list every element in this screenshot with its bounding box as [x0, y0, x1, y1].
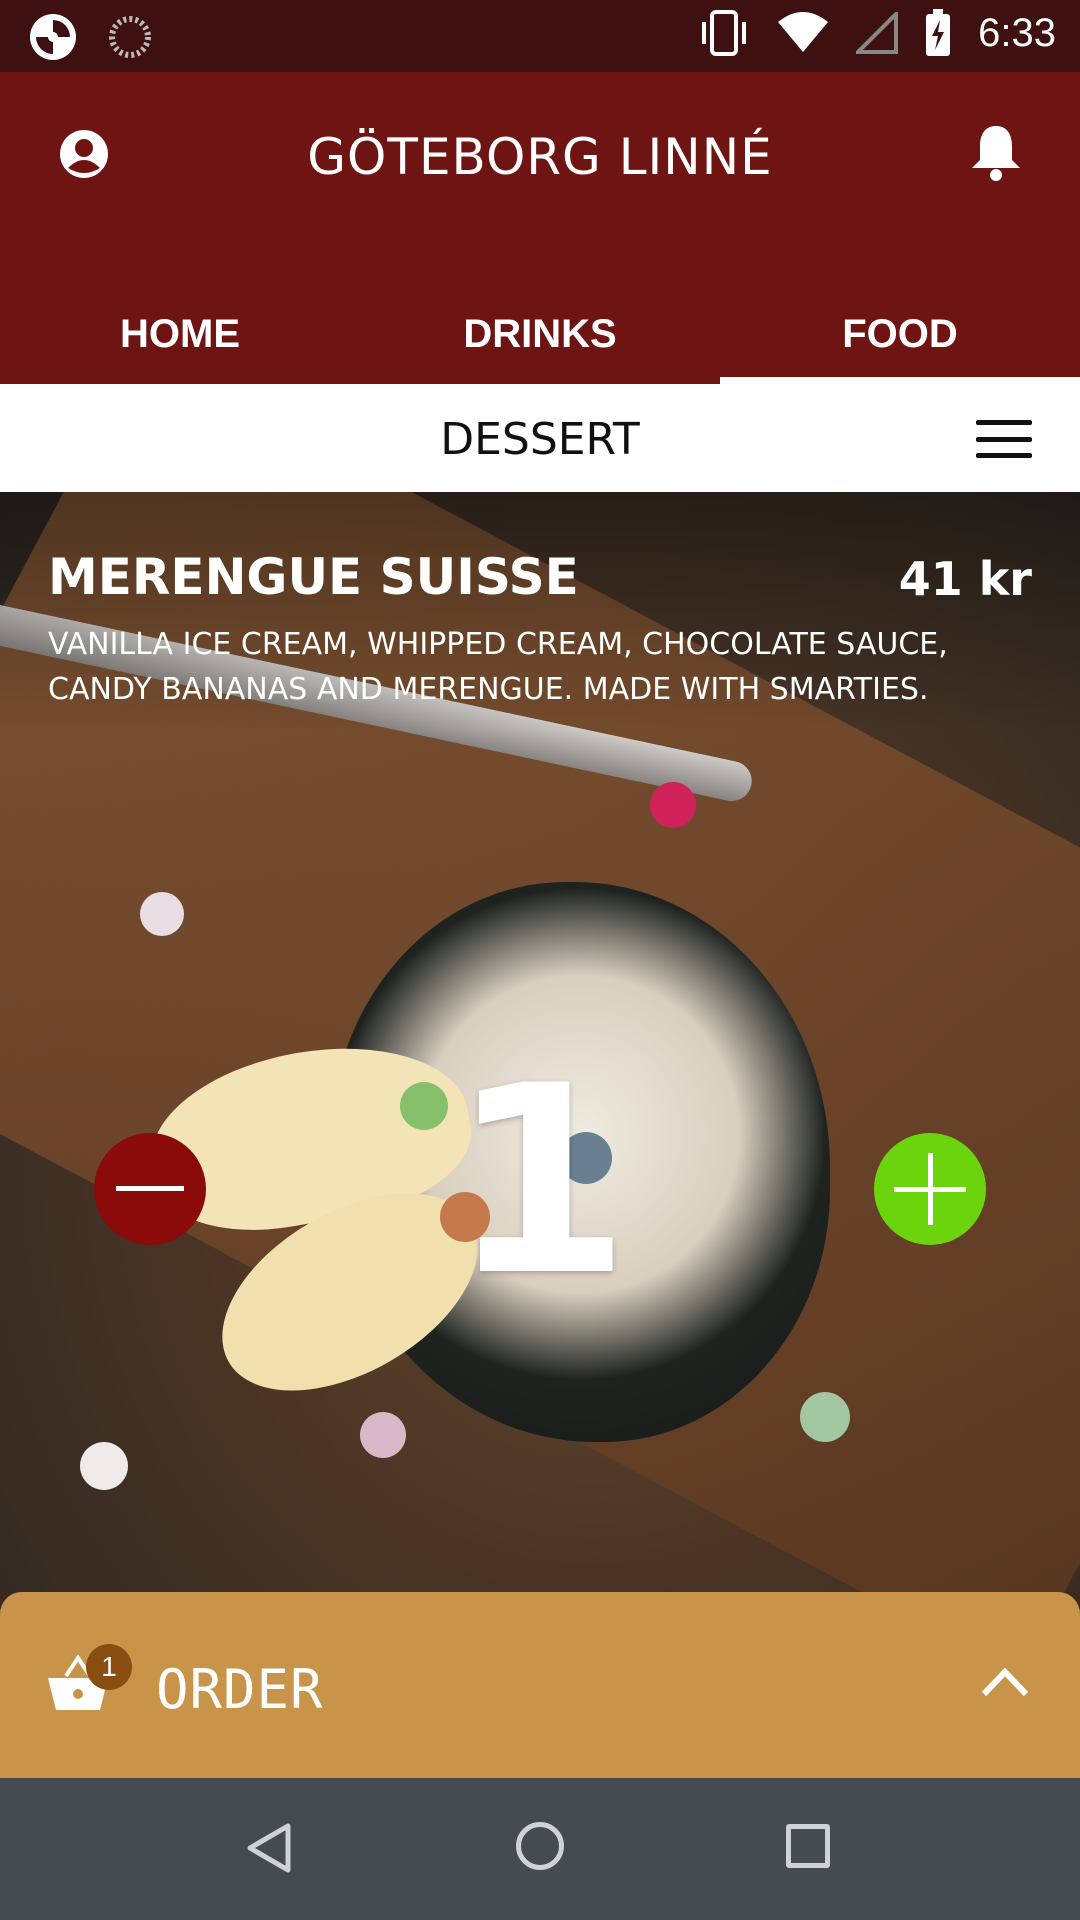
recents-icon[interactable] [786, 1824, 830, 1868]
item-name: MERENGUE SUISSE [48, 548, 579, 606]
tab-home[interactable]: HOME [0, 272, 360, 384]
item-quantity: 1 [449, 1031, 631, 1333]
app-title: GÖTEBORG LINNÉ [307, 128, 773, 186]
candy [140, 892, 184, 936]
candy [800, 1392, 850, 1442]
loading-icon [109, 16, 151, 58]
category-title: DESSERT [440, 414, 640, 465]
app-header: GÖTEBORG LINNÉ HOME DRINKS FOOD [0, 72, 1080, 384]
battery-charging-icon [926, 9, 951, 56]
basket-count-badge: 1 [86, 1644, 132, 1690]
status-bar: 6:33 [0, 0, 1080, 72]
home-icon[interactable] [516, 1822, 564, 1870]
tab-drinks[interactable]: DRINKS [360, 272, 720, 384]
tab-food[interactable]: FOOD [720, 272, 1080, 384]
app-icon [30, 14, 76, 60]
tab-bar: HOME DRINKS FOOD [0, 272, 1080, 384]
item-price: 41 kr [898, 552, 1032, 606]
chevron-up-icon[interactable] [980, 1666, 1030, 1698]
status-time: 6:33 [978, 10, 1056, 55]
candy [80, 1442, 128, 1490]
back-icon[interactable] [244, 1822, 294, 1874]
category-bar: DESSERT [0, 384, 1080, 492]
signal-icon [856, 12, 899, 54]
hamburger-menu-icon[interactable] [976, 420, 1032, 458]
candy [360, 1412, 406, 1458]
order-label: ORDER [156, 1658, 324, 1721]
item-description: VANILLA ICE CREAM, WHIPPED CREAM, CHOCOL… [48, 627, 948, 707]
item-hero-image: MERENGUE SUISSE 41 kr VANILLA ICE CREAM,… [0, 492, 1080, 1592]
system-nav-bar [0, 1778, 1080, 1920]
decrease-quantity-button[interactable] [94, 1133, 206, 1245]
bell-icon[interactable] [968, 122, 1024, 184]
vibrate-icon [702, 10, 747, 56]
increase-quantity-button[interactable] [874, 1133, 986, 1245]
candy [650, 782, 696, 828]
order-bar[interactable]: 1 ORDER [0, 1592, 1080, 1778]
wifi-icon [778, 12, 829, 52]
